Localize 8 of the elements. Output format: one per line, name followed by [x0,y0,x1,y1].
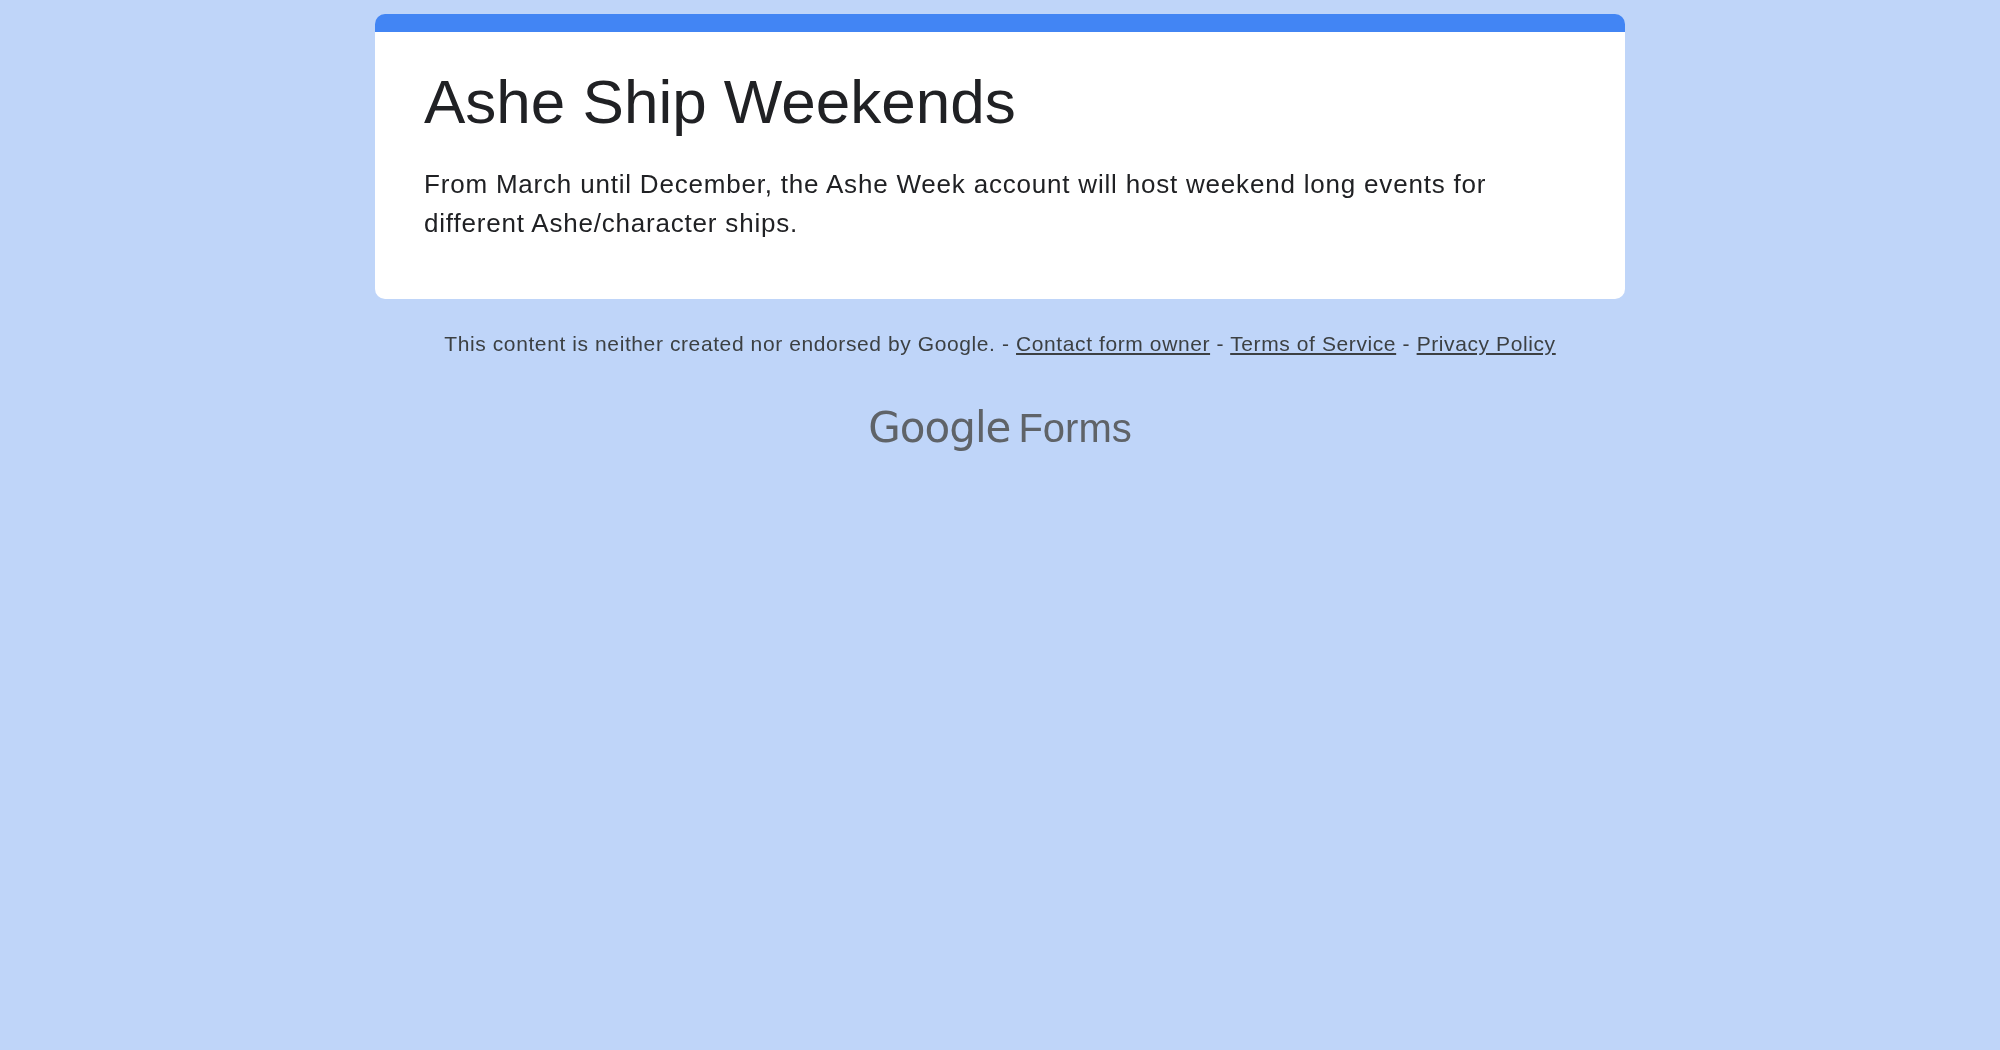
footer-link[interactable]: Terms of Service [1230,332,1397,355]
form-description: From March until December, the Ashe Week account will host weekend long events for different Ashe/character ships. [424,168,1488,240]
product-name: Forms [1018,405,1132,452]
footer-link[interactable]: Privacy Policy [1416,332,1556,355]
logo-wordmark: Google [868,403,1011,453]
footer-notice: This content is neither created nor endorsed by Google. - Contact form owner - Terms of Service - Privacy Policy [444,331,1556,357]
footer-link[interactable]: Contact form owner [1016,332,1211,355]
form-title: Ashe Ship Weekends [424,66,1017,138]
